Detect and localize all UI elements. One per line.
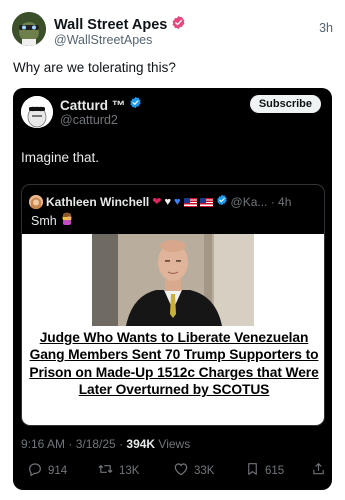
quote-handle-time[interactable]: @Ka... · 4h [231,195,292,209]
red-heart-icon: ❤ [152,195,162,208]
quote-text: Smh [31,213,57,228]
quote-author-avatar[interactable] [29,195,43,209]
share-icon [311,461,326,480]
judge-photo[interactable] [92,234,254,326]
embedded-tweet-text: Imagine that. [21,150,100,165]
action-bar: 914 13K 33K 615 [21,461,325,479]
embedded-author-name[interactable]: Catturd ™ [60,98,125,113]
subscribe-button[interactable]: Subscribe [249,95,321,113]
quote-author-name[interactable]: Kathleen Winchell [46,195,149,209]
post-time[interactable]: 3h [319,21,333,35]
reply-button[interactable]: 914 [27,461,67,480]
quoted-tweet[interactable]: Kathleen Winchell ❤ ♥ ♥ @Ka... · 4h Smh [21,184,325,426]
article-headline[interactable]: Judge Who Wants to Liberate Venezuelan G… [22,329,324,399]
author-handle[interactable]: @WallStreetApes [54,33,152,47]
embedded-author-avatar[interactable] [21,96,53,128]
verified-badge-icon [171,15,186,35]
quote-media[interactable]: Judge Who Wants to Liberate Venezuelan G… [22,234,324,425]
blue-heart-icon: ♥ [174,195,181,208]
repost-button[interactable]: 13K [97,461,139,480]
views-label: Views [155,437,191,451]
reply-count: 914 [48,464,68,477]
post-header: Wall Street Apes @WallStreetApes 3h [12,12,333,52]
post-text: Why are we tolerating this? [13,60,176,75]
bookmark-count: 615 [265,464,285,477]
like-icon [173,461,189,480]
timestamp: 9:16 AM · 3/18/25 · [21,437,127,451]
us-flag-icon [199,197,213,207]
bookmark-icon [245,461,260,480]
embedded-tweet-card[interactable]: Catturd ™ @catturd2 Subscribe Imagine th… [13,88,332,490]
like-button[interactable]: 33K [173,461,214,480]
verified-badge-icon [216,193,228,211]
share-button[interactable] [311,461,326,480]
like-count: 33K [194,464,215,477]
embedded-author-handle[interactable]: @catturd2 [60,113,118,127]
repost-count: 13K [119,464,140,477]
author-name[interactable]: Wall Street Apes [54,17,167,33]
facepalm-emoji-icon [60,212,74,229]
us-flag-icon [183,197,197,207]
verified-badge-icon [129,96,142,114]
reply-icon [27,461,43,480]
views-count: 394K [126,437,156,451]
bookmark-button[interactable]: 615 [245,461,284,480]
repost-icon [97,461,114,480]
white-heart-icon: ♥ [164,195,171,208]
post-meta: 9:16 AM · 3/18/25 · 394K Views [21,437,190,451]
author-avatar[interactable] [12,12,46,46]
